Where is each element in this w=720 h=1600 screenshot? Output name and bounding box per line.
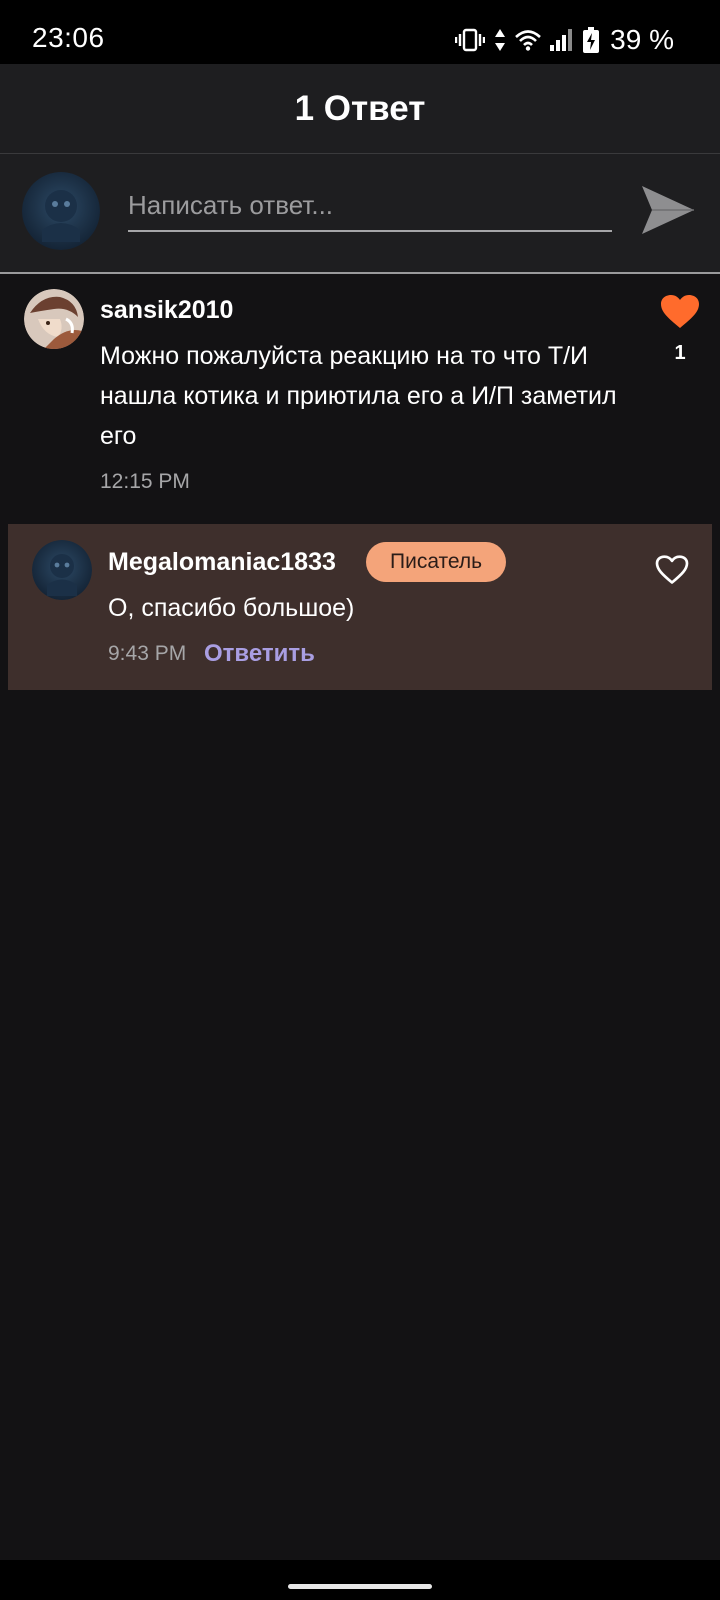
- avatar[interactable]: [24, 289, 84, 349]
- signal-icon: [550, 29, 574, 51]
- home-indicator[interactable]: [288, 1584, 432, 1589]
- reply-text: О, спасибо большое): [108, 594, 355, 622]
- status-bar: 23:06 39 %: [0, 0, 720, 64]
- reply-like-button[interactable]: [652, 550, 692, 590]
- reply-composer: [0, 154, 720, 274]
- comment-timestamp: 12:15 PM: [100, 470, 190, 493]
- reply-button[interactable]: Ответить: [204, 640, 315, 668]
- send-button[interactable]: [638, 180, 698, 240]
- reply-comment: Megalomaniac1833 Писатель О, спасибо бол…: [8, 524, 712, 690]
- like-button[interactable]: [658, 290, 702, 334]
- wifi-icon: [515, 29, 542, 51]
- status-time: 23:06: [32, 22, 105, 53]
- status-icons: 39 %: [455, 22, 674, 58]
- reply-input[interactable]: [128, 180, 612, 232]
- reply-username[interactable]: Megalomaniac1833: [108, 548, 336, 577]
- comment-username[interactable]: sansik2010: [100, 296, 233, 325]
- page-title: 1 Ответ: [294, 88, 426, 128]
- header: 1 Ответ: [0, 64, 720, 154]
- writer-badge: Писатель: [366, 542, 507, 582]
- battery-charging-icon: [583, 27, 600, 53]
- heart-outline-icon: [655, 555, 689, 584]
- like-count: 1: [674, 342, 686, 364]
- vibrate-icon: [455, 27, 486, 53]
- avatar[interactable]: [32, 540, 92, 600]
- send-icon: [642, 186, 694, 234]
- data-transfer-icon: [494, 28, 506, 52]
- reply-timestamp: 9:43 PM: [108, 642, 187, 665]
- parent-comment: sansik2010 Можно пожалуйста реакцию на т…: [0, 274, 720, 514]
- battery-level: 39 %: [610, 24, 674, 55]
- my-avatar[interactable]: [22, 172, 100, 250]
- comment-text: Можно пожалуйста реакцию на то что Т/И н…: [100, 342, 617, 450]
- heart-filled-icon: [661, 295, 699, 328]
- navigation-bar: [0, 1560, 720, 1600]
